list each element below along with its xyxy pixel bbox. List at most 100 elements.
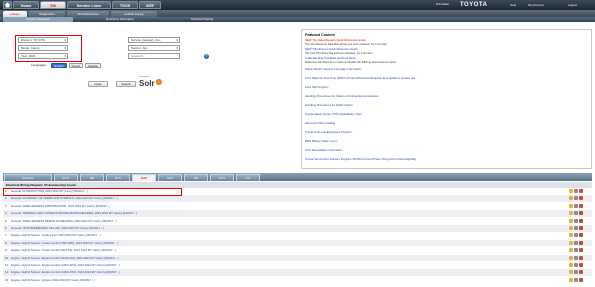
print-icon[interactable]	[569, 255, 573, 260]
table-row[interactable]: 10. Engine / Hybrid System: Engine Contro…	[3, 254, 592, 262]
pdf-icon[interactable]	[579, 263, 583, 267]
bookmark-icon[interactable]	[574, 255, 578, 260]
language-english[interactable]: English	[51, 63, 67, 68]
bookmark-icon[interactable]	[574, 277, 578, 282]
table-row[interactable]: 4. General: TERMINAL AND CONNECTOR REPAIR…	[3, 210, 592, 217]
home-icon[interactable]	[3, 1, 12, 9]
keyword-input[interactable]: Keyword	[128, 53, 180, 59]
row-title-link[interactable]: General: TERMINAL AND CONNECTOR REPAIR P…	[11, 210, 137, 217]
bookmark-icon[interactable]	[574, 218, 578, 223]
division-select[interactable]: Division: TOYOTA ▾	[18, 37, 68, 43]
tab-reference-information[interactable]: Reference Information	[85, 17, 155, 22]
bookmark-icon[interactable]	[574, 248, 578, 253]
language-french[interactable]: French	[69, 63, 83, 68]
nav-tab-service-lines[interactable]: Service Lines	[67, 1, 111, 9]
year-select[interactable]: Year: 2024 ▾	[18, 53, 68, 59]
featured-item-second-key[interactable]: Toyota Second Key Delivery Program (STSD…	[305, 157, 416, 161]
table-row[interactable]: 5. General: WIRE HARNESS REPAIR GUIDELINE…	[3, 218, 592, 225]
language-spanish[interactable]: Spanish	[85, 63, 101, 68]
print-icon[interactable]	[569, 270, 573, 275]
tab-rm[interactable]: RM	[80, 174, 104, 181]
bookmark-icon[interactable]	[574, 270, 578, 275]
table-row[interactable]: 13. Engine / Hybrid System: Ignition; 202…	[3, 277, 592, 284]
nav-tab-tscb[interactable]: TSCB	[112, 1, 138, 9]
logout-link[interactable]: Logout	[568, 1, 577, 9]
featured-item-firft[interactable]: Fix It Right the First Time (FIRFT) Prot…	[305, 76, 415, 80]
tab-ewd[interactable]: EWD	[132, 174, 156, 181]
pdf-icon[interactable]	[579, 277, 583, 282]
table-row[interactable]: 6. General: NOTICE/REMARKS TIE LINE; 2024…	[3, 225, 592, 232]
tab-service-information[interactable]: Service Information	[3, 17, 73, 22]
pdf-icon[interactable]	[579, 189, 583, 193]
tab-col[interactable]: COL	[236, 174, 260, 181]
featured-item-odor[interactable]: Odor Remediation Information	[305, 148, 342, 152]
print-icon[interactable]	[569, 189, 573, 193]
print-icon[interactable]	[569, 196, 573, 201]
service-category-select[interactable]: Service Category: ALL ▾	[128, 37, 180, 43]
featured-item-bms-tester[interactable]: BMS Battery Tester Log In	[305, 139, 338, 143]
table-row[interactable]: 7. Engine / Hybrid System: Cooling Fan; 2…	[3, 232, 592, 239]
nav-tab-home[interactable]: Home	[13, 1, 39, 9]
print-icon[interactable]	[569, 248, 573, 253]
print-icon[interactable]	[569, 218, 573, 223]
row-title-link[interactable]: Engine / Hybrid System: Engine Control (…	[11, 255, 119, 262]
pdf-icon[interactable]	[579, 270, 583, 275]
row-title-link[interactable]: General: WIRE HARNESS REPAIR GUIDELINES;…	[11, 218, 116, 225]
clear-button[interactable]: Clear	[88, 81, 108, 87]
table-row[interactable]: 3. General: WIRE HARNESS INTRODUCTION; 20…	[3, 203, 592, 210]
pdf-icon[interactable]	[579, 255, 583, 260]
row-title-link[interactable]: Engine / Hybrid System: Engine Control (…	[11, 269, 120, 276]
row-title-link[interactable]: Engine / Hybrid System: Engine Control (…	[11, 262, 120, 269]
tab-bts[interactable]: BTS	[106, 174, 130, 181]
help-link[interactable]: Help	[510, 1, 516, 9]
bookmark-icon[interactable]	[574, 211, 578, 216]
search-button[interactable]: Search	[116, 81, 136, 87]
nav-tab-tis[interactable]: TIS	[40, 1, 66, 9]
bookmark-icon[interactable]	[574, 189, 578, 193]
tab-technical-training[interactable]: Technical Training	[167, 17, 237, 22]
pdf-icon[interactable]	[579, 226, 583, 230]
bookmark-icon[interactable]	[574, 240, 578, 245]
model-select[interactable]: Model: Camry ▾	[18, 45, 68, 51]
featured-item-unintended-accel[interactable]: Handling Procedures for Claims of Uninte…	[305, 94, 379, 98]
table-row[interactable]: 12. Engine / Hybrid System: Engine Contro…	[3, 269, 592, 276]
bookmark-icon[interactable]	[574, 233, 578, 238]
pdf-icon[interactable]	[579, 248, 583, 253]
section-select[interactable]: Section: ALL ▾	[128, 45, 180, 51]
bookmark-icon[interactable]	[574, 196, 578, 201]
table-row[interactable]: 11. Engine / Hybrid System: Engine Contro…	[3, 262, 592, 269]
print-icon[interactable]	[569, 233, 573, 238]
row-title-link[interactable]: General: NOTICE/REMARKS TIE LINE; 2024 2…	[11, 225, 103, 232]
featured-item-safety-recall[interactable]: Safety Recall / Service Campaign Informa…	[305, 67, 361, 71]
featured-item-adas[interactable]: Handling Procedures for ADAS Claims	[305, 103, 353, 107]
row-title-link[interactable]: General: WIRE HARNESS INTRODUCTION; 2024…	[11, 203, 110, 210]
tab-ncf[interactable]: NCF	[158, 174, 182, 181]
row-title-link[interactable]: Engine / Hybrid System: Cruise Control (…	[11, 240, 118, 247]
tab-nctt[interactable]: NCTT	[54, 174, 78, 181]
print-icon[interactable]	[569, 211, 573, 216]
print-icon[interactable]	[569, 203, 573, 208]
print-icon[interactable]	[569, 277, 573, 282]
table-row[interactable]: 9. Engine / Hybrid System: Cruise Control…	[3, 247, 592, 254]
featured-item-tools-equipment[interactable]: Toyota Tools and Equipment Program	[305, 130, 352, 134]
pdf-icon[interactable]	[579, 211, 583, 216]
tab-ncs[interactable]: NCS	[210, 174, 234, 181]
pdf-icon[interactable]	[579, 240, 583, 245]
row-title-link[interactable]: Engine / Hybrid System: Cruise Control (…	[11, 247, 116, 254]
row-title-link[interactable]: Engine / Hybrid System: Ignition; 2024 2…	[11, 277, 94, 284]
featured-item-floor-mat[interactable]: Floor Mat Program	[305, 85, 328, 89]
print-icon[interactable]	[569, 226, 573, 230]
table-row[interactable]: 8. Engine / Hybrid System: Cruise Control…	[3, 239, 592, 247]
table-row[interactable]: 2. General: GLOSSARY OF TERMS AND SYMBOLS…	[3, 195, 592, 202]
nav-tab-idef[interactable]: IDEF	[139, 1, 161, 9]
pdf-icon[interactable]	[579, 233, 583, 238]
print-icon[interactable]	[569, 240, 573, 245]
pdf-icon[interactable]	[579, 196, 583, 201]
pdf-icon[interactable]	[579, 218, 583, 223]
tab-overview[interactable]: Overview	[4, 174, 52, 181]
featured-item-tss-chart[interactable]: Toyota Safety Sense (TSS) Applicability …	[305, 112, 362, 116]
pdf-icon[interactable]	[579, 203, 583, 208]
my-account-link[interactable]: My Account	[528, 1, 544, 9]
print-icon[interactable]	[569, 263, 573, 267]
bookmark-icon[interactable]	[574, 226, 578, 230]
